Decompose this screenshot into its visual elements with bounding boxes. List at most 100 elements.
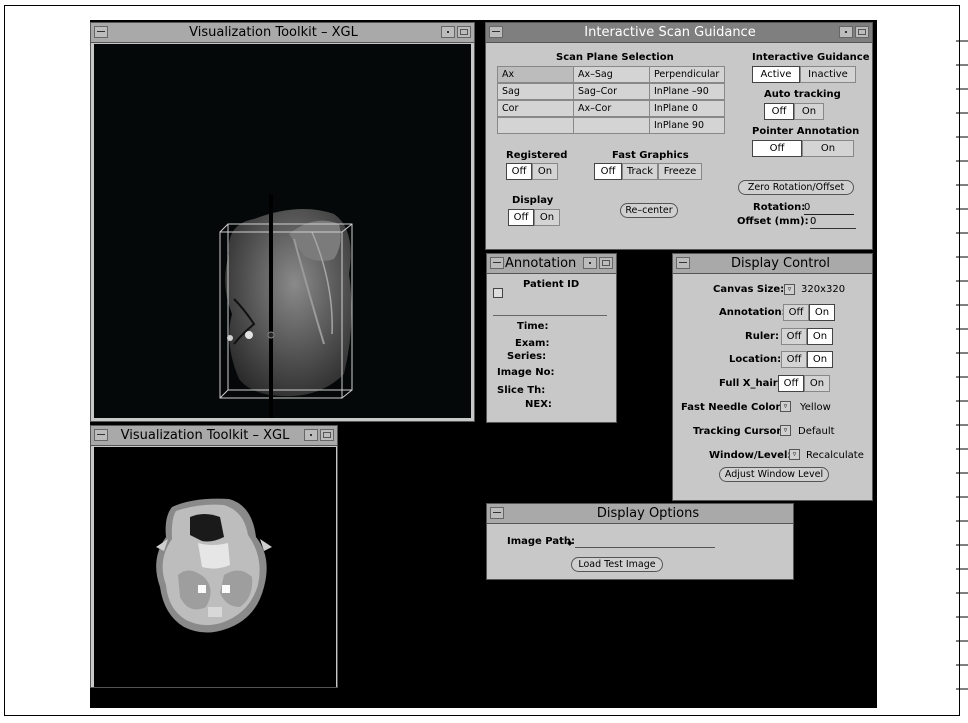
- zero-rotation-offset-button[interactable]: Zero Rotation/Offset: [738, 180, 854, 195]
- maximize-button[interactable]: [457, 26, 471, 38]
- plane-sag-cor[interactable]: Sag–Cor: [573, 83, 650, 100]
- fastgfx-track-button[interactable]: Track: [622, 163, 658, 180]
- maximize-button[interactable]: [599, 257, 613, 269]
- ruler-on-button[interactable]: On: [807, 328, 833, 345]
- plane-inplane-0[interactable]: InPlane 0: [649, 100, 725, 117]
- canvas-size-label: Canvas Size:: [713, 284, 785, 295]
- maximize-button[interactable]: [320, 429, 334, 441]
- window-menu-button[interactable]: [489, 26, 503, 38]
- tracking-cursor-menu-button[interactable]: ▿: [780, 425, 791, 436]
- window-menu-button[interactable]: [94, 26, 108, 38]
- window-level-label: Window/Level:: [709, 450, 792, 461]
- guidance-active-button[interactable]: Active: [752, 66, 800, 83]
- annotation-titlebar[interactable]: Annotation: [487, 254, 616, 274]
- annotation-off-button[interactable]: Off: [783, 304, 809, 321]
- location-on-button[interactable]: On: [807, 351, 833, 368]
- viz3d-render-canvas[interactable]: [94, 44, 471, 418]
- display-control-titlebar[interactable]: Display Control: [673, 254, 872, 274]
- plane-perpendicular[interactable]: Perpendicular: [649, 66, 725, 83]
- patient-id-label: Patient ID: [523, 279, 580, 290]
- xhair-on-button[interactable]: On: [804, 375, 830, 392]
- ruler-off-button[interactable]: Off: [781, 328, 807, 345]
- pointer-off-button[interactable]: Off: [752, 140, 802, 157]
- patient-id-checkbox[interactable]: [493, 288, 503, 298]
- canvas-size-menu-button[interactable]: ▿: [784, 284, 795, 295]
- fastgfx-off-button[interactable]: Off: [594, 163, 622, 180]
- window-menu-button[interactable]: [676, 257, 690, 269]
- full-xhair-label: Full X_hair:: [719, 378, 782, 389]
- display-control-window: Display Control Canvas Size: ▿ 320x320 A…: [672, 253, 873, 501]
- image-path-label: Image Path:: [507, 536, 576, 547]
- viz3d-titlebar[interactable]: Visualization Toolkit – XGL: [91, 23, 474, 43]
- plane-sag[interactable]: Sag: [497, 83, 574, 100]
- scan-guidance-window: Interactive Scan Guidance Scan Plane Sel…: [485, 22, 873, 250]
- display-control-title: Display Control: [730, 256, 831, 271]
- window-menu-button[interactable]: [490, 507, 504, 519]
- viz3d-title: Visualization Toolkit – XGL: [189, 25, 358, 40]
- plane-ax[interactable]: Ax: [497, 66, 574, 83]
- image-path-field[interactable]: [575, 547, 715, 548]
- viz2d-title: Visualization Toolkit – XGL: [120, 428, 290, 443]
- window-menu-button[interactable]: [94, 429, 108, 441]
- offset-field[interactable]: [810, 228, 856, 229]
- interactive-guidance-heading: Interactive Guidance: [752, 52, 870, 63]
- xhair-off-button[interactable]: Off: [778, 375, 804, 392]
- window-level-value: Recalculate: [806, 450, 864, 461]
- registered-heading: Registered: [506, 150, 568, 161]
- location-off-button[interactable]: Off: [781, 351, 807, 368]
- display-options-window: Display Options Image Path: ◆ Load Test …: [486, 503, 794, 580]
- minimize-button[interactable]: [583, 257, 597, 269]
- minimize-button[interactable]: [304, 429, 318, 441]
- adjust-window-level-button[interactable]: Adjust Window Level: [719, 467, 829, 482]
- annotation-slice-th: Slice Th:: [497, 385, 546, 396]
- load-test-image-button[interactable]: Load Test Image: [571, 557, 663, 572]
- registered-off-button[interactable]: Off: [506, 163, 532, 180]
- plane-ax-sag[interactable]: Ax–Sag: [573, 66, 650, 83]
- annotation-time: Time:: [517, 321, 549, 332]
- annotation-title: Annotation: [505, 256, 577, 271]
- autotrack-off-button[interactable]: Off: [764, 103, 794, 120]
- annotation-on-button[interactable]: On: [809, 304, 835, 321]
- plane-inplane-minus90[interactable]: InPlane –90: [649, 83, 725, 100]
- tracking-cursor-label: Tracking Cursor:: [693, 426, 786, 437]
- window-menu-button[interactable]: [490, 257, 504, 269]
- viz3d-window: Visualization Toolkit – XGL: [90, 22, 475, 422]
- plane-cor[interactable]: Cor: [497, 100, 574, 117]
- window-level-menu-button[interactable]: ▿: [789, 449, 800, 460]
- annotation-toggle-label: Annotation:: [719, 307, 786, 318]
- plane-empty-1[interactable]: [497, 117, 574, 134]
- fast-graphics-heading: Fast Graphics: [612, 150, 689, 161]
- registered-on-button[interactable]: On: [532, 163, 558, 180]
- rotation-slider[interactable]: [804, 214, 854, 215]
- plane-inplane-90[interactable]: InPlane 90: [649, 117, 725, 134]
- patient-id-field[interactable]: [493, 315, 607, 316]
- fast-needle-color-label: Fast Needle Color:: [681, 402, 785, 413]
- guidance-inactive-button[interactable]: Inactive: [800, 66, 856, 83]
- viz2d-slice-canvas[interactable]: [94, 447, 336, 687]
- offset-label: Offset (mm):: [737, 216, 809, 227]
- viz2d-window: Visualization Toolkit – XGL: [90, 425, 338, 688]
- minimize-button[interactable]: [441, 26, 455, 38]
- pointer-annotation-heading: Pointer Annotation: [752, 126, 860, 137]
- display-options-titlebar[interactable]: Display Options: [487, 504, 793, 524]
- display-options-title: Display Options: [596, 506, 700, 521]
- display-on-button[interactable]: On: [534, 209, 560, 226]
- plane-ax-cor[interactable]: Ax–Cor: [573, 100, 650, 117]
- fastgfx-freeze-button[interactable]: Freeze: [658, 163, 702, 180]
- recenter-button[interactable]: Re–center: [620, 203, 678, 218]
- minimize-button[interactable]: [839, 26, 853, 38]
- needle-color-value: Yellow: [800, 402, 831, 413]
- pointer-on-button[interactable]: On: [802, 140, 854, 157]
- scan-plane-heading: Scan Plane Selection: [556, 52, 674, 63]
- maximize-button[interactable]: [855, 26, 869, 38]
- annotation-series: Series:: [507, 351, 547, 362]
- scan-guidance-titlebar[interactable]: Interactive Scan Guidance: [486, 23, 872, 43]
- needle-color-menu-button[interactable]: ▿: [780, 401, 791, 412]
- offset-value: 0: [810, 216, 817, 227]
- annotation-window: Annotation Patient ID Time: Exam: Series…: [486, 253, 617, 423]
- display-off-button[interactable]: Off: [508, 209, 534, 226]
- autotrack-on-button[interactable]: On: [794, 103, 824, 120]
- plane-empty-2[interactable]: [573, 117, 650, 134]
- viz2d-titlebar[interactable]: Visualization Toolkit – XGL: [91, 426, 337, 446]
- annotation-exam: Exam:: [515, 338, 550, 349]
